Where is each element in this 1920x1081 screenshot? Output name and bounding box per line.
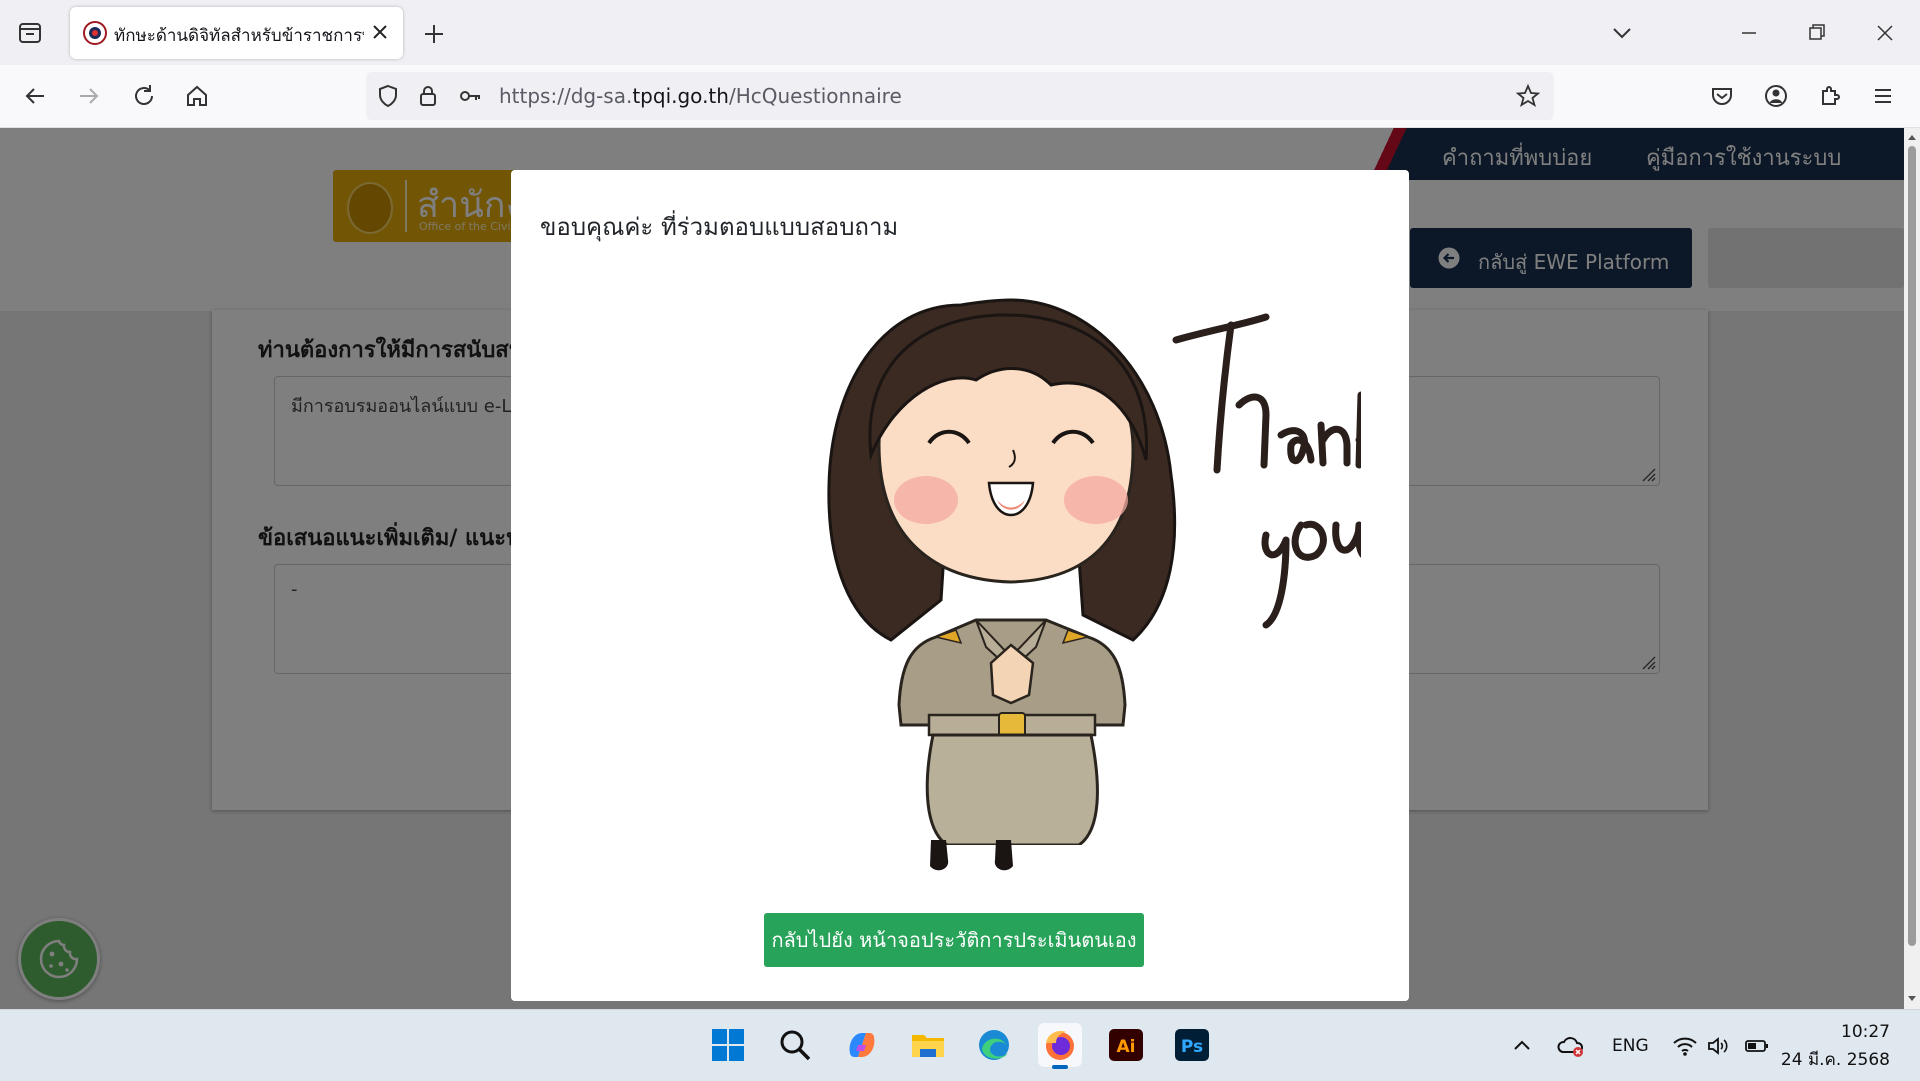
list-all-tabs-button[interactable]: [1605, 16, 1639, 50]
minimize-icon: [1742, 32, 1756, 34]
extensions-button[interactable]: [1813, 79, 1847, 113]
minimize-button[interactable]: [1732, 16, 1766, 50]
account-button[interactable]: [1759, 79, 1793, 113]
web-page: สำนักงาน Office of the Civil Service Com…: [0, 128, 1904, 1009]
photoshop-icon: Ps: [1175, 1029, 1209, 1061]
taskbar-illustrator-button[interactable]: Ai: [1104, 1023, 1148, 1067]
illustrator-icon: Ai: [1109, 1029, 1143, 1061]
arrow-left-icon: [25, 88, 44, 104]
plus-icon: [425, 25, 443, 43]
tracking-protection-icon[interactable]: [376, 84, 400, 108]
onedrive-status-button[interactable]: [1557, 1034, 1584, 1058]
tab-list-button[interactable]: [12, 18, 48, 48]
key-icon[interactable]: [458, 84, 482, 108]
browser-tab-active[interactable]: ทักษะด้านดิจิทัลสำหรับข้าราชการพ: [70, 7, 403, 59]
back-button[interactable]: [18, 79, 52, 113]
url-domain: tpqi.go.th: [632, 84, 729, 108]
restore-icon: [1809, 24, 1825, 40]
url-text[interactable]: https://dg-sa.tpqi.go.th/HcQuestionnaire: [499, 84, 902, 108]
hamburger-menu-icon: [1875, 89, 1891, 103]
puzzle-icon: [1822, 86, 1840, 105]
tab-strip: ทักษะด้านดิจิทัลสำหรับข้าราชการพ: [0, 0, 1920, 65]
reload-icon: [135, 85, 153, 105]
windows-logo-icon: [712, 1029, 744, 1061]
account-icon: [1765, 85, 1787, 107]
close-window-button[interactable]: [1868, 16, 1902, 50]
wifi-icon: [1673, 1037, 1697, 1056]
forward-button[interactable]: [72, 79, 106, 113]
chevron-up-icon: [1514, 1040, 1530, 1050]
taskbar-clock-date[interactable]: 24 มี.ค. 2568: [1781, 1046, 1890, 1073]
taskbar-file-explorer-button[interactable]: [906, 1023, 950, 1067]
reload-button[interactable]: [127, 79, 161, 113]
taskbar-firefox-button[interactable]: [1038, 1023, 1082, 1069]
show-hidden-icons-button[interactable]: [1510, 1034, 1534, 1058]
page-scrollbar[interactable]: [1904, 128, 1920, 1009]
home-icon: [187, 85, 207, 106]
arrow-right-icon: [80, 88, 99, 104]
taskbar-start-button[interactable]: [706, 1023, 750, 1067]
scrollbar-thumb[interactable]: [1908, 146, 1916, 946]
illustrator-label: Ai: [1117, 1037, 1136, 1057]
taskbar-clock-time[interactable]: 10:27: [1841, 1022, 1890, 1042]
return-to-self-assessment-history-button[interactable]: กลับไปยัง หน้าจอประวัติการประเมินตนเอง: [764, 913, 1144, 967]
pocket-button[interactable]: [1705, 79, 1739, 113]
url-prefix: https://dg-sa.: [499, 84, 633, 108]
new-tab-button[interactable]: [418, 18, 450, 50]
bookmark-star-icon[interactable]: [1516, 84, 1540, 108]
windows-taskbar: Ai Ps ENG 10:27 24 มี.ค. 2568: [0, 1009, 1920, 1081]
search-icon: [780, 1030, 811, 1061]
navigation-bar: https://dg-sa.tpqi.go.th/HcQuestionnaire: [0, 65, 1920, 128]
close-icon: [373, 25, 387, 39]
taskbar-edge-button[interactable]: [972, 1023, 1016, 1067]
wifi-status-button[interactable]: [1672, 1034, 1697, 1058]
close-icon: [1877, 25, 1893, 41]
edge-icon: [979, 1030, 1009, 1060]
ocsc-seal-icon: [83, 21, 107, 45]
url-bar[interactable]: https://dg-sa.tpqi.go.th/HcQuestionnaire: [366, 72, 1554, 120]
photoshop-label: Ps: [1181, 1037, 1203, 1057]
thank-you-character-image: [827, 298, 1361, 845]
home-button[interactable]: [180, 79, 214, 113]
firefox-icon: [1046, 1031, 1074, 1060]
input-language-indicator[interactable]: ENG: [1612, 1036, 1649, 1056]
tab-close-button[interactable]: [369, 21, 391, 43]
volume-button[interactable]: [1706, 1034, 1730, 1058]
taskbar-copilot-button[interactable]: [840, 1023, 884, 1067]
url-path: /HcQuestionnaire: [728, 84, 902, 108]
tab-list-icon: [19, 23, 41, 43]
chevron-down-icon: [1613, 28, 1631, 39]
speaker-icon: [1708, 1037, 1728, 1055]
character-feet-image: [930, 840, 1013, 871]
battery-icon: [1745, 1040, 1768, 1052]
battery-status-button[interactable]: [1744, 1034, 1768, 1058]
copilot-icon: [849, 1033, 875, 1057]
restore-button[interactable]: [1800, 16, 1834, 50]
cloud-error-icon: [1557, 1037, 1584, 1057]
pocket-icon: [1712, 88, 1732, 105]
thank-you-modal: ขอบคุณค่ะ ที่ร่วมตอบแบบสอบถาม กลับไปยัง …: [511, 170, 1409, 1001]
tab-title: ทักษะด้านดิจิทัลสำหรับข้าราชการพ: [114, 26, 364, 46]
scroll-up-icon[interactable]: [1907, 132, 1917, 142]
lock-icon[interactable]: [416, 84, 440, 108]
thank-you-illustration: [761, 285, 1361, 845]
active-app-indicator: [1052, 1065, 1068, 1069]
scroll-down-icon[interactable]: [1907, 994, 1917, 1004]
folder-icon: [912, 1035, 944, 1057]
app-menu-button[interactable]: [1866, 79, 1900, 113]
taskbar-search-button[interactable]: [773, 1023, 817, 1067]
modal-title: ขอบคุณค่ะ ที่ร่วมตอบแบบสอบถาม: [540, 213, 899, 241]
taskbar-photoshop-button[interactable]: Ps: [1170, 1023, 1214, 1067]
